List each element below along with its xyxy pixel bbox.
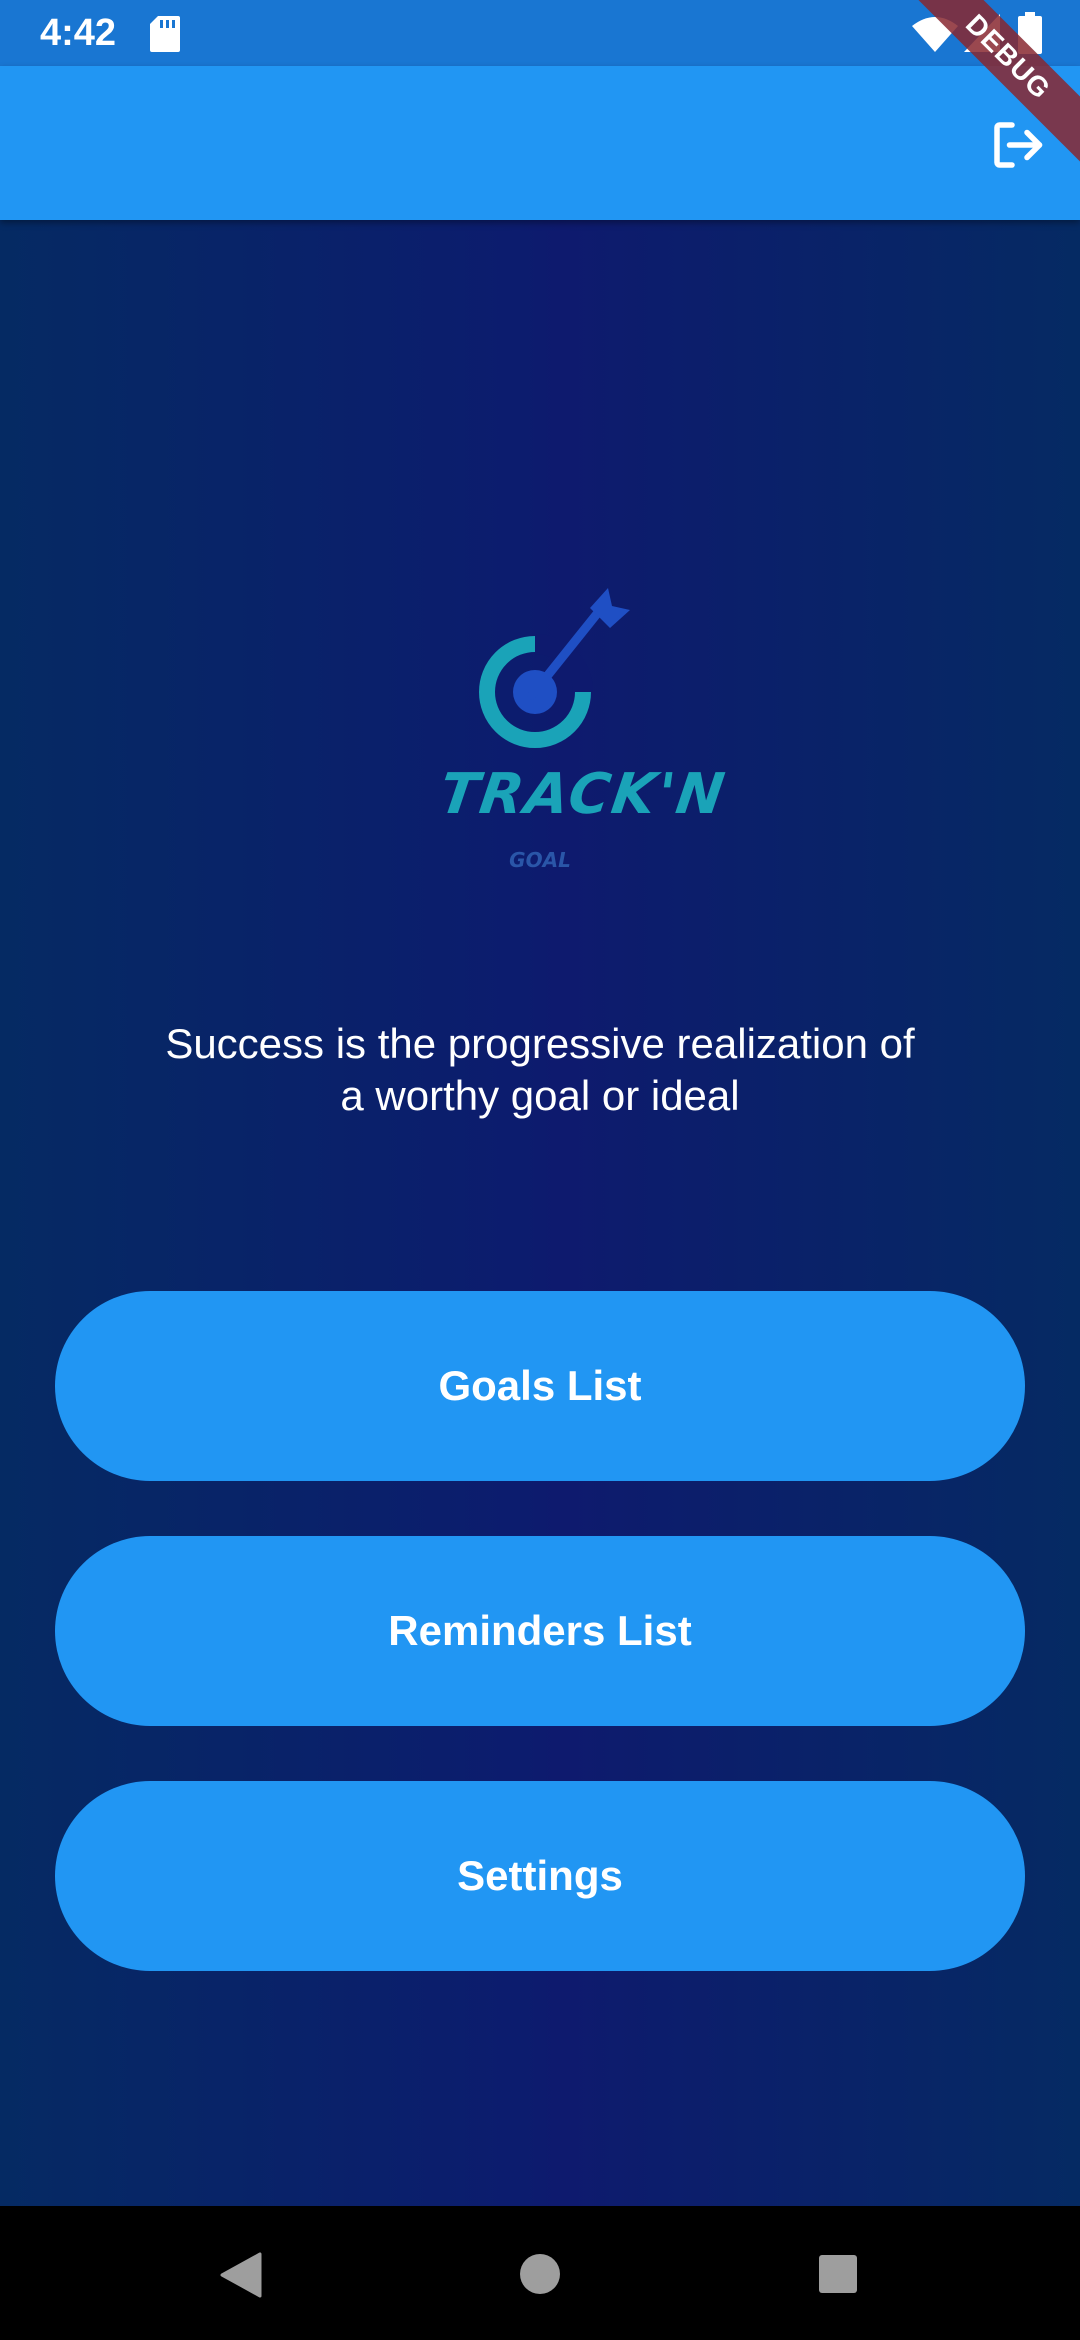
status-time: 4:42: [40, 12, 117, 54]
goals-list-label: Goals List: [438, 1362, 642, 1409]
quote-line-2: a worthy goal or ideal: [340, 1072, 740, 1119]
logout-icon: [994, 122, 1043, 168]
home-icon[interactable]: [518, 2252, 562, 2296]
target-arrow-icon: [479, 588, 630, 748]
status-bar: 4:42: [0, 0, 1080, 66]
wifi-icon: [912, 17, 958, 52]
system-nav-bar: [0, 2206, 1080, 2340]
settings-label: Settings: [457, 1852, 623, 1899]
battery-icon: [1018, 12, 1042, 54]
sd-card-icon: [150, 16, 180, 52]
reminders-list-label: Reminders List: [388, 1607, 692, 1654]
app-logo: TRACK'N GOAL: [436, 580, 730, 880]
logo-title: TRACK'N: [435, 762, 731, 827]
logo-subtitle: GOAL: [509, 848, 571, 872]
home-content: TRACK'N GOAL Success is the progressive …: [0, 220, 1080, 2206]
motivational-quote: Success is the progressive realization o…: [120, 1018, 960, 1122]
back-icon[interactable]: [218, 2252, 262, 2298]
signal-icon: [964, 14, 1000, 52]
goals-list-button[interactable]: Goals List: [55, 1291, 1025, 1481]
reminders-list-button[interactable]: Reminders List: [55, 1536, 1025, 1726]
screen: 4:42 DEBUG TRACK'N GOAL Success is the p…: [0, 0, 1080, 2340]
logout-button[interactable]: [982, 110, 1052, 180]
quote-line-1: Success is the progressive realization o…: [165, 1020, 915, 1067]
settings-button[interactable]: Settings: [55, 1781, 1025, 1971]
recent-apps-icon[interactable]: [818, 2254, 858, 2294]
app-bar: [0, 66, 1080, 220]
